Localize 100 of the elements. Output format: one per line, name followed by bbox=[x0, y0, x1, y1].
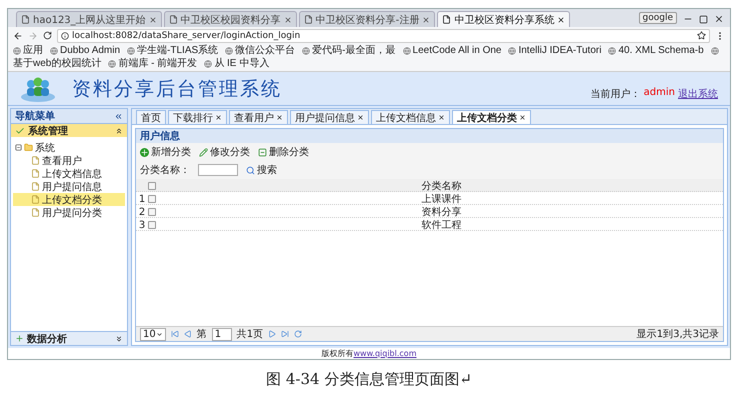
browser-tab[interactable]: 中卫校区校园资料分享 bbox=[164, 11, 297, 27]
tree-item[interactable]: 查看用户 bbox=[13, 154, 125, 167]
tree-folder[interactable]: 系统 bbox=[13, 141, 125, 154]
profile-button[interactable]: google bbox=[638, 12, 677, 24]
checkbox[interactable] bbox=[148, 195, 156, 203]
checkbox[interactable] bbox=[148, 208, 156, 216]
folder-icon bbox=[24, 143, 33, 152]
user-name: admin bbox=[644, 87, 675, 100]
expand-icon[interactable] bbox=[115, 334, 123, 342]
bookmark[interactable]: 爱代码-最全面，最 bbox=[312, 45, 396, 57]
dropdown-icon bbox=[156, 330, 163, 338]
menu-section[interactable]: 数据分析 bbox=[11, 331, 127, 345]
globe-icon bbox=[108, 60, 116, 68]
table-cell-text: 上课课件 bbox=[420, 192, 462, 206]
globe-icon bbox=[402, 47, 411, 55]
next-page-icon[interactable] bbox=[268, 330, 276, 338]
globe-icon bbox=[13, 47, 21, 55]
bookmark[interactable]: 应用 bbox=[23, 45, 43, 57]
globe-icon bbox=[50, 47, 58, 55]
search-button[interactable]: 搜索 bbox=[246, 163, 277, 177]
table-cell-text: 软件工程 bbox=[420, 219, 462, 232]
file-icon bbox=[31, 169, 40, 178]
search-icon bbox=[246, 166, 255, 174]
panel-title: 导航菜单 bbox=[15, 109, 55, 123]
tab[interactable]: 上传文档信息 bbox=[371, 110, 450, 124]
bookmark[interactable]: Dubbo Admin bbox=[60, 45, 120, 57]
browser-tab[interactable]: hao123_上网从这里开始 bbox=[16, 11, 162, 27]
close-icon[interactable] bbox=[519, 114, 526, 121]
user-label: 当前用户： bbox=[590, 88, 641, 101]
bookmark[interactable]: LeetCode All in One bbox=[412, 45, 502, 57]
bookmark[interactable]: IntelliJ IDEA-Tutori bbox=[518, 45, 602, 57]
globe-icon bbox=[608, 47, 616, 55]
browser-tab[interactable]: 中卫校区资料分享系统 bbox=[437, 11, 570, 27]
tab[interactable]: 用户提问信息 bbox=[290, 110, 369, 124]
check-icon bbox=[15, 126, 25, 136]
globe-icon bbox=[127, 47, 136, 55]
close-icon[interactable] bbox=[284, 16, 292, 24]
row-number: 3 bbox=[138, 220, 146, 230]
bookmark[interactable]: 前端库 - 前端开发 bbox=[118, 58, 198, 70]
row-number: 1 bbox=[138, 194, 146, 204]
page-icon bbox=[168, 15, 178, 24]
checkbox[interactable] bbox=[148, 182, 156, 190]
close-icon[interactable] bbox=[714, 14, 724, 24]
last-page-icon[interactable] bbox=[281, 330, 290, 338]
close-icon[interactable] bbox=[148, 16, 157, 24]
tree-item[interactable]: 上传文档信息 bbox=[13, 167, 125, 180]
close-icon[interactable] bbox=[215, 114, 222, 121]
first-page-icon[interactable] bbox=[170, 330, 179, 338]
toolbar-button[interactable]: 新增分类 bbox=[140, 145, 191, 159]
refresh-icon[interactable] bbox=[294, 330, 302, 338]
tab[interactable]: 查看用户 bbox=[229, 110, 288, 124]
page-icon bbox=[442, 15, 452, 24]
search-field[interactable] bbox=[198, 164, 238, 176]
close-icon[interactable] bbox=[357, 114, 364, 121]
collapse-icon[interactable] bbox=[115, 126, 123, 134]
tree-item[interactable]: 上传文档分类 bbox=[13, 193, 125, 206]
star-icon[interactable] bbox=[697, 31, 706, 40]
tree-item[interactable]: 用户提问信息 bbox=[13, 180, 125, 193]
site-link[interactable]: www.qiqibl.com bbox=[354, 349, 416, 358]
bookmark[interactable]: 基于web的校园统计 bbox=[13, 58, 102, 70]
file-icon bbox=[31, 182, 40, 191]
page-icon bbox=[304, 15, 313, 24]
pencil-icon bbox=[199, 148, 208, 156]
toolbar-button[interactable]: 删除分类 bbox=[258, 145, 309, 159]
bookmark[interactable]: 微信公众平台 bbox=[235, 45, 296, 57]
back-icon[interactable] bbox=[13, 30, 23, 40]
globe-icon bbox=[204, 60, 212, 68]
previous-page-icon[interactable] bbox=[184, 330, 192, 338]
tab[interactable]: 首页 bbox=[136, 110, 166, 124]
add-icon bbox=[140, 148, 149, 156]
collapse-icon[interactable] bbox=[114, 112, 123, 120]
record-summary: 显示1到3,共3记录 bbox=[636, 328, 719, 341]
reload-icon[interactable] bbox=[43, 31, 52, 40]
page-size-select[interactable]: 10 bbox=[140, 328, 166, 340]
tab[interactable]: 上传文档分类 bbox=[452, 110, 531, 124]
collapse-icon[interactable] bbox=[15, 144, 22, 151]
minus-icon bbox=[258, 148, 267, 156]
app-title: 资料分享后台管理系统 bbox=[72, 76, 282, 102]
close-icon[interactable] bbox=[276, 114, 283, 121]
page-prefix: 第 bbox=[196, 328, 207, 341]
menu-section[interactable]: 系统管理 bbox=[11, 123, 127, 137]
toolbar-button[interactable]: 修改分类 bbox=[199, 145, 250, 159]
tree-item[interactable]: 用户提问分类 bbox=[13, 206, 125, 219]
close-icon[interactable] bbox=[422, 16, 430, 24]
people-logo-icon bbox=[20, 74, 56, 102]
file-icon bbox=[31, 208, 40, 217]
bookmark[interactable]: 从 IE 中导入 bbox=[214, 58, 270, 70]
checkbox[interactable] bbox=[148, 221, 156, 229]
close-icon[interactable] bbox=[438, 114, 445, 121]
logout-link[interactable]: 退出系统 bbox=[678, 87, 718, 101]
globe-icon bbox=[508, 47, 516, 55]
page-field[interactable]: 1 bbox=[212, 328, 232, 340]
bookmark[interactable]: 学生端-TLIAS系统 bbox=[137, 45, 218, 57]
close-icon[interactable] bbox=[557, 16, 566, 24]
tab[interactable]: 下载排行 bbox=[168, 110, 227, 124]
maximize-icon[interactable] bbox=[699, 15, 708, 24]
address-field[interactable]: localhost:8082/dataShare_server/loginAction_login bbox=[57, 28, 710, 42]
bookmark[interactable]: 40. XML Schema-b bbox=[618, 45, 704, 57]
browser-tab[interactable]: 中卫校区资料分享-注册 bbox=[298, 11, 436, 27]
globe-icon bbox=[225, 47, 234, 55]
